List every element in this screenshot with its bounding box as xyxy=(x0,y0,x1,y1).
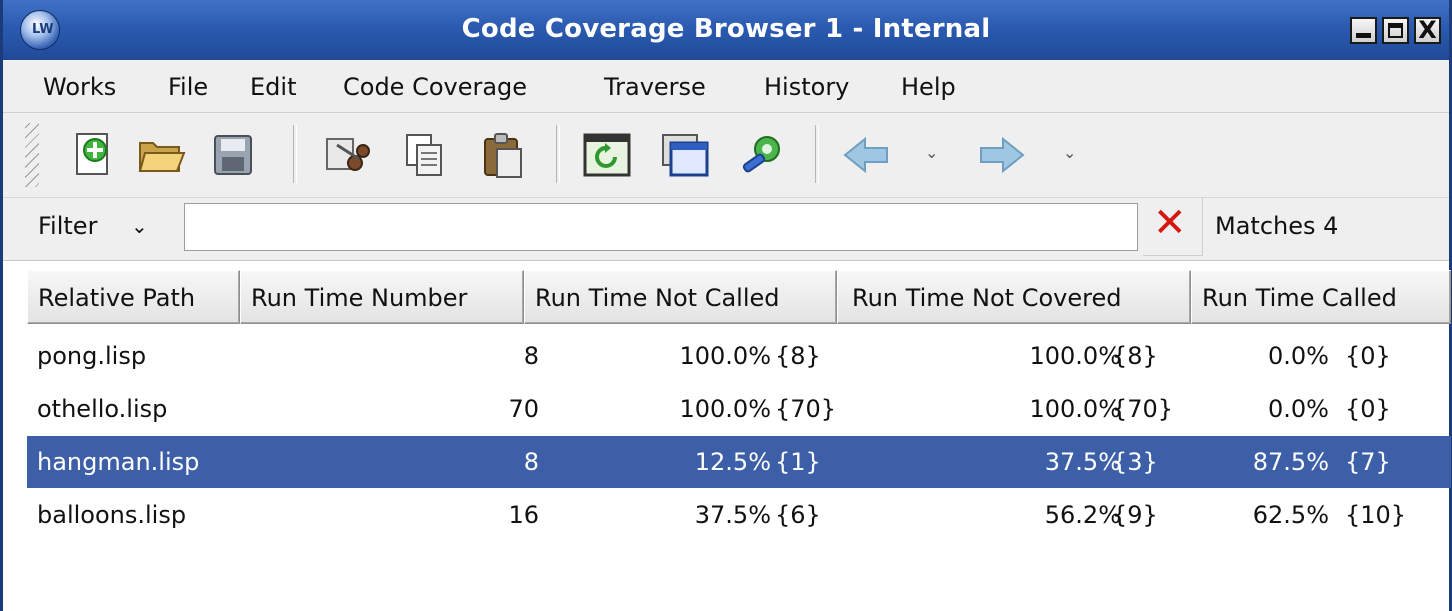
menu-traverse[interactable]: Traverse xyxy=(604,73,706,101)
table-row[interactable]: balloons.lisp 16 37.5% {6} 56.2% {9} 62.5% {10} xyxy=(27,489,1451,541)
paste-icon[interactable] xyxy=(477,129,529,181)
row-path: balloons.lisp xyxy=(37,501,187,529)
new-icon[interactable] xyxy=(67,129,119,181)
column-header-relative-path[interactable]: Relative Path xyxy=(27,270,240,324)
toolbar-separator xyxy=(556,125,560,183)
column-header-run-time-not-called[interactable]: Run Time Not Called xyxy=(524,270,837,324)
row-not-called-count: {6} xyxy=(775,501,821,529)
toolbar-grip[interactable] xyxy=(25,123,39,187)
refresh-window-icon[interactable] xyxy=(581,129,633,181)
row-not-covered-count: {9} xyxy=(1112,501,1158,529)
code-coverage-window: LW Code Coverage Browser 1 - Internal X … xyxy=(0,0,1452,611)
row-not-called-percent: 37.5% xyxy=(694,501,771,529)
back-dropdown-icon[interactable]: ⌄ xyxy=(925,143,938,162)
open-folder-icon[interactable] xyxy=(135,129,187,181)
row-not-covered-count: {3} xyxy=(1112,448,1158,476)
filter-label[interactable]: Filter xyxy=(38,212,97,240)
row-path: othello.lisp xyxy=(37,395,168,423)
row-called-percent: 0.0% xyxy=(1268,342,1329,370)
clear-icon: ✕ xyxy=(1153,200,1187,246)
cut-icon[interactable] xyxy=(321,129,373,181)
table-row[interactable]: hangman.lisp 8 12.5% {1} 37.5% {3} 87.5% {7} xyxy=(27,436,1451,488)
menu-edit[interactable]: Edit xyxy=(250,73,296,101)
toolbar: ⌄ ⌄ xyxy=(3,113,1449,198)
row-path: pong.lisp xyxy=(37,342,147,370)
title-bar[interactable]: LW Code Coverage Browser 1 - Internal X xyxy=(3,0,1449,61)
clear-filter-button[interactable]: ✕ xyxy=(1143,198,1203,256)
row-not-covered-percent: 56.2% xyxy=(1044,501,1121,529)
window-title: Code Coverage Browser 1 - Internal xyxy=(461,14,991,44)
row-called-percent: 0.0% xyxy=(1268,395,1329,423)
row-not-called-percent: 100.0% xyxy=(679,342,771,370)
row-not-called-percent: 12.5% xyxy=(694,448,771,476)
menu-help[interactable]: Help xyxy=(901,73,956,101)
menu-history[interactable]: History xyxy=(764,73,849,101)
forward-arrow-icon[interactable] xyxy=(975,129,1027,181)
chevron-down-icon[interactable]: ⌄ xyxy=(131,214,148,238)
row-called-count: {0} xyxy=(1345,395,1391,423)
toolbar-separator xyxy=(815,125,819,183)
row-not-covered-percent: 100.0% xyxy=(1029,395,1121,423)
new-window-icon[interactable] xyxy=(659,129,711,181)
save-icon[interactable] xyxy=(207,129,259,181)
table-header: Relative Path Run Time Number Run Time N… xyxy=(27,264,1451,326)
toolbar-separator xyxy=(293,125,297,183)
maximize-button[interactable] xyxy=(1382,17,1409,44)
table-row[interactable]: pong.lisp 8 100.0% {8} 100.0% {8} 0.0% {0} xyxy=(27,330,1451,382)
filter-bar: Filter ⌄ ✕ Matches 4 xyxy=(3,198,1449,261)
row-called-percent: 87.5% xyxy=(1252,448,1329,476)
row-not-called-percent: 100.0% xyxy=(679,395,771,423)
column-header-run-time-number[interactable]: Run Time Number xyxy=(240,270,524,324)
close-button[interactable]: X xyxy=(1414,16,1441,44)
row-not-covered-count: {70} xyxy=(1112,395,1174,423)
row-called-count: {10} xyxy=(1345,501,1407,529)
row-called-percent: 62.5% xyxy=(1252,501,1329,529)
row-run-time-number: 16 xyxy=(508,501,539,529)
menu-works[interactable]: Works xyxy=(43,73,116,101)
row-not-called-count: {70} xyxy=(775,395,837,423)
minimize-button[interactable] xyxy=(1350,17,1377,44)
back-arrow-icon[interactable] xyxy=(841,129,893,181)
column-header-run-time-called[interactable]: Run Time Called xyxy=(1191,270,1451,324)
row-run-time-number: 8 xyxy=(523,342,539,370)
menu-code-coverage[interactable]: Code Coverage xyxy=(343,73,527,101)
row-not-called-count: {8} xyxy=(775,342,821,370)
matches-count: Matches 4 xyxy=(1215,212,1339,240)
menu-file[interactable]: File xyxy=(168,73,208,101)
row-not-called-count: {1} xyxy=(775,448,821,476)
copy-icon[interactable] xyxy=(399,129,451,181)
tools-gear-icon[interactable] xyxy=(737,129,789,181)
row-path: hangman.lisp xyxy=(37,448,200,476)
row-not-covered-percent: 37.5% xyxy=(1044,448,1121,476)
forward-dropdown-icon[interactable]: ⌄ xyxy=(1063,143,1076,162)
menu-bar: Works File Edit Code Coverage Traverse H… xyxy=(3,60,1449,113)
column-header-run-time-not-covered[interactable]: Run Time Not Covered xyxy=(837,270,1191,324)
row-run-time-number: 8 xyxy=(523,448,539,476)
row-not-covered-count: {8} xyxy=(1112,342,1158,370)
close-icon: X xyxy=(1418,16,1437,44)
row-not-covered-percent: 100.0% xyxy=(1029,342,1121,370)
filter-input[interactable] xyxy=(184,203,1138,251)
table-row[interactable]: othello.lisp 70 100.0% {70} 100.0% {70} 0.0% {0… xyxy=(27,383,1451,435)
row-called-count: {0} xyxy=(1345,342,1391,370)
row-run-time-number: 70 xyxy=(508,395,539,423)
row-called-count: {7} xyxy=(1345,448,1391,476)
